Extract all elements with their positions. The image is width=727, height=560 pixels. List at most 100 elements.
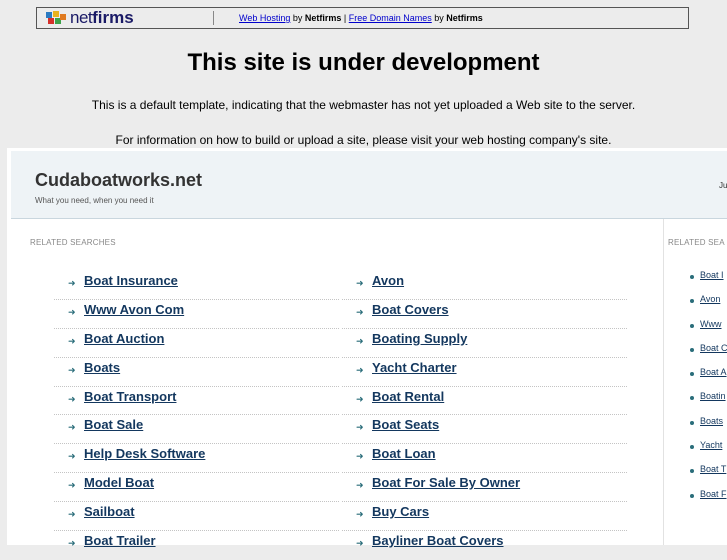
sidebar-search-link[interactable]: Boat I	[700, 270, 724, 280]
related-search-item: ➜ Bayliner Boat Covers	[342, 531, 627, 560]
arrow-right-icon: ➜	[68, 393, 76, 404]
bullet-icon	[690, 275, 694, 279]
related-search-link[interactable]: Boat Rental	[372, 389, 444, 404]
related-search-item: ➜ Model Boat	[54, 473, 339, 503]
related-search-item: ➜ Buy Cars	[342, 502, 627, 532]
related-search-item: ➜ Boats	[54, 358, 339, 387]
bullet-icon	[690, 420, 694, 425]
sidebar-search-link[interactable]: Yacht	[700, 440, 722, 450]
related-search-item: ➜ Boating Supply	[342, 329, 627, 358]
related-search-link[interactable]: Boating Supply	[372, 331, 467, 346]
free-domain-names-link[interactable]: Free Domain Names	[349, 13, 432, 23]
arrow-right-icon: ➜	[68, 451, 76, 462]
sidebar-search-link[interactable]: Boatin	[700, 391, 726, 401]
sidebar-search-link[interactable]: Boat C	[700, 343, 727, 353]
banner-by-text: by	[431, 13, 447, 23]
sidebar-search-link[interactable]: Www	[700, 319, 722, 329]
related-search-link[interactable]: Boat Seats	[372, 417, 439, 432]
sidebar-related-label: RELATED SEA	[668, 238, 725, 247]
bullet-icon	[690, 323, 694, 328]
related-search-item: ➜ Boat For Sale By Owner	[342, 473, 627, 503]
related-search-link[interactable]: Sailboat	[84, 504, 135, 519]
related-search-item: ➜ Help Desk Software	[54, 444, 339, 474]
related-search-item: ➜ Yacht Charter	[342, 358, 627, 387]
arrow-right-icon: ➜	[68, 278, 76, 288]
arrow-right-icon: ➜	[356, 278, 364, 288]
related-search-item: ➜ Boat Covers	[342, 300, 627, 329]
related-search-link[interactable]: Boat Sale	[84, 417, 143, 432]
related-search-item: ➜ Boat Sale	[54, 415, 339, 445]
sidebar-search-link[interactable]: Avon	[700, 294, 720, 304]
arrow-right-icon: ➜	[356, 480, 364, 491]
related-search-link[interactable]: Buy Cars	[372, 504, 429, 519]
parked-domain-frame: Cudaboatworks.net What you need, when yo…	[7, 148, 727, 548]
bullet-icon	[690, 396, 694, 401]
arrow-right-icon: ➜	[68, 306, 76, 317]
sidebar-search-link[interactable]: Boat F	[700, 489, 727, 499]
bullet-icon	[690, 299, 694, 304]
related-search-item: ➜ Sailboat	[54, 502, 339, 532]
sidebar-search-link[interactable]: Boat A	[700, 367, 727, 377]
netfirms-logo-icon	[46, 11, 68, 25]
arrow-right-icon: ➜	[68, 422, 76, 433]
bullet-icon	[690, 493, 694, 498]
related-search-link[interactable]: Www Avon Com	[84, 302, 184, 317]
related-search-item: ➜ Www Avon Com	[54, 300, 339, 329]
related-search-link[interactable]: Boat Insurance	[84, 273, 178, 288]
site-tagline: What you need, when you need it	[35, 196, 154, 205]
related-search-link[interactable]: Boat Trailer	[84, 533, 156, 548]
related-search-link[interactable]: Yacht Charter	[372, 360, 457, 375]
notice-text-hosting: For information on how to build or uploa…	[115, 133, 612, 147]
related-search-item: ➜ Boat Trailer	[54, 531, 339, 560]
related-search-link[interactable]: Boat Covers	[372, 302, 449, 317]
sidebar-search-link[interactable]: Boats	[700, 416, 723, 426]
bullet-icon	[690, 445, 694, 450]
related-links-right-column: ➜ Avon ➜ Boat Covers ➜ Boating Supply ➜ Yacht C…	[342, 271, 627, 560]
related-search-link[interactable]: Boat Auction	[84, 331, 164, 346]
arrow-right-icon: ➜	[68, 538, 76, 549]
arrow-right-icon: ➜	[68, 509, 76, 520]
related-search-link[interactable]: Boat For Sale By Owner	[372, 475, 520, 490]
arrow-right-icon: ➜	[356, 364, 364, 375]
related-search-item: ➜ Avon	[342, 271, 627, 300]
banner-divider	[213, 11, 214, 25]
related-search-link[interactable]: Avon	[372, 273, 404, 288]
arrow-right-icon: ➜	[68, 364, 76, 375]
netfirms-wordmark: netfirms	[70, 8, 134, 27]
related-search-item: ➜ Boat Seats	[342, 415, 627, 445]
sidebar-search-link[interactable]: Boat T	[700, 464, 726, 474]
arrow-right-icon: ➜	[356, 393, 364, 404]
arrow-right-icon: ➜	[356, 538, 364, 549]
related-search-item: ➜ Boat Transport	[54, 387, 339, 416]
bullet-icon	[690, 347, 694, 352]
related-searches-label: RELATED SEARCHES	[30, 238, 116, 247]
related-search-item: ➜ Boat Loan	[342, 444, 627, 474]
bullet-icon	[690, 372, 694, 377]
related-searches-main: RELATED SEARCHES ➜ Boat Insurance ➜ Www Avo…	[11, 219, 664, 548]
related-search-link[interactable]: Model Boat	[84, 475, 154, 490]
arrow-right-icon: ➜	[68, 335, 76, 346]
arrow-right-icon: ➜	[68, 480, 76, 491]
arrow-right-icon: ➜	[356, 335, 364, 346]
arrow-right-icon: ➜	[356, 422, 364, 433]
banner-brand: Netfirms	[446, 13, 483, 23]
netfirms-logo[interactable]: netfirms	[46, 8, 190, 27]
related-search-link[interactable]: Boats	[84, 360, 120, 375]
related-search-item: ➜ Boat Auction	[54, 329, 339, 358]
page-title: This site is under development	[187, 49, 540, 76]
parked-header: Cudaboatworks.net What you need, when yo…	[11, 151, 727, 219]
related-search-link[interactable]: Bayliner Boat Covers	[372, 533, 504, 548]
site-name[interactable]: Cudaboatworks.net	[35, 170, 202, 191]
banner-by-text: by	[290, 13, 305, 23]
arrow-right-icon: ➜	[356, 451, 364, 462]
web-hosting-link[interactable]: Web Hosting	[239, 13, 290, 23]
related-search-link[interactable]: Boat Transport	[84, 389, 176, 404]
banner-links: Web Hosting by Netfirms | Free Domain Na…	[239, 12, 483, 24]
related-searches-sidebar: RELATED SEA Boat I Avon Www Boat C Boat A Boa…	[664, 219, 727, 545]
related-search-link[interactable]: Boat Loan	[372, 446, 436, 461]
arrow-right-icon: ➜	[356, 306, 364, 317]
related-search-link[interactable]: Help Desk Software	[84, 446, 205, 461]
header-date-text: Ju	[719, 181, 727, 190]
related-links-left-column: ➜ Boat Insurance ➜ Www Avon Com ➜ Boat Auctio…	[54, 271, 339, 560]
arrow-right-icon: ➜	[356, 509, 364, 520]
